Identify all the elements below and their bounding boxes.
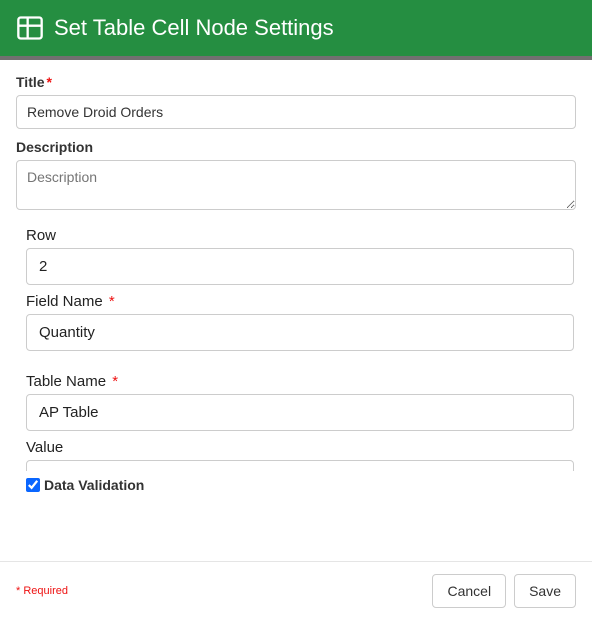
row-label: Row	[26, 227, 574, 244]
data-validation-row: Data Validation	[16, 477, 576, 493]
params-scroll-wrap: Row Field Name * Table Name * Value	[16, 223, 576, 471]
footer-buttons: Cancel Save	[432, 574, 576, 608]
field-name-input[interactable]	[26, 314, 574, 351]
description-label: Description	[16, 139, 576, 155]
row-group: Row	[26, 227, 574, 285]
field-name-label: Field Name *	[26, 293, 574, 310]
dialog-body: Title* Description Row Field Name *	[0, 60, 592, 493]
description-group: Description	[16, 139, 576, 213]
table-name-input[interactable]	[26, 394, 574, 431]
table-name-label: Table Name *	[26, 373, 574, 390]
required-note: * Required	[16, 585, 68, 597]
title-group: Title*	[16, 74, 576, 129]
dialog-header: Set Table Cell Node Settings	[0, 0, 592, 60]
data-validation-label[interactable]: Data Validation	[44, 477, 144, 493]
value-group: Value	[26, 439, 574, 471]
required-asterisk: *	[112, 373, 118, 390]
required-asterisk: *	[109, 293, 115, 310]
value-label: Value	[26, 439, 574, 456]
cancel-button[interactable]: Cancel	[432, 574, 506, 608]
table-icon	[16, 14, 44, 42]
title-input[interactable]	[16, 95, 576, 129]
title-label: Title*	[16, 74, 576, 90]
table-name-group: Table Name *	[26, 373, 574, 431]
required-asterisk: *	[47, 74, 52, 90]
dialog-footer: * Required Cancel Save	[0, 561, 592, 626]
params-scroll-area[interactable]: Row Field Name * Table Name * Value	[16, 223, 576, 471]
dialog-title: Set Table Cell Node Settings	[54, 15, 334, 41]
row-input[interactable]	[26, 248, 574, 285]
data-validation-checkbox[interactable]	[26, 478, 40, 492]
save-button[interactable]: Save	[514, 574, 576, 608]
description-input[interactable]	[16, 160, 576, 210]
field-name-group: Field Name *	[26, 293, 574, 351]
value-input[interactable]	[26, 460, 574, 471]
